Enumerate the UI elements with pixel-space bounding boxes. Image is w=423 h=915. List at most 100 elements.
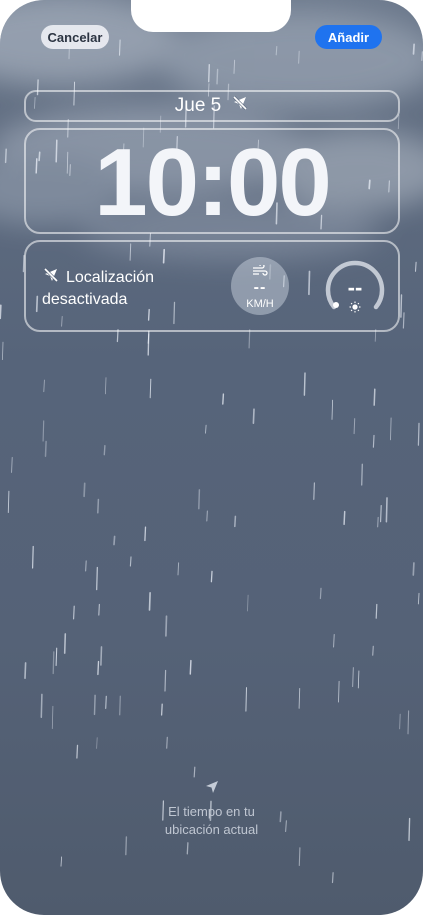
gauge-value: --: [348, 275, 363, 300]
rain-drop: [313, 482, 315, 500]
rain-drop: [216, 68, 219, 85]
rain-drop: [193, 766, 196, 778]
rain-drop: [352, 667, 354, 688]
rain-drop: [333, 634, 335, 648]
rain-drop: [206, 510, 208, 522]
rain-drop: [147, 333, 150, 344]
rain-drop: [245, 687, 248, 712]
rain-drop: [338, 680, 340, 703]
sun-icon: [349, 301, 361, 313]
rain-drop: [198, 489, 201, 510]
rain-drop: [421, 51, 423, 61]
rain-drop: [385, 497, 388, 523]
rain-drop: [399, 713, 401, 730]
device-notch: [131, 0, 291, 32]
rain-drop: [372, 434, 375, 448]
rain-drop: [298, 688, 301, 709]
rain-drop: [85, 560, 87, 572]
uv-gauge[interactable]: --: [324, 257, 386, 319]
rain-drop: [252, 408, 255, 425]
rain-drop: [43, 379, 45, 393]
rain-drop: [164, 669, 167, 692]
wind-value: --: [253, 278, 267, 296]
rain-drop: [375, 603, 378, 619]
wind-widget[interactable]: -- KM/H: [231, 257, 289, 315]
rain-drop: [414, 261, 417, 272]
rain-drop: [205, 424, 207, 434]
rain-drop: [125, 836, 128, 856]
rain-drop: [98, 603, 101, 616]
location-slash-icon: [231, 94, 249, 118]
rain-drop: [76, 744, 79, 759]
rain-drop: [160, 703, 163, 716]
location-slash-icon: [42, 266, 60, 290]
rain-drop: [222, 393, 225, 405]
rain-drop: [189, 659, 192, 675]
rain-drop: [55, 647, 58, 667]
date-widget-slot[interactable]: Jue 5: [24, 90, 400, 122]
rain-drop: [105, 695, 107, 709]
rain-drop: [42, 420, 45, 442]
rain-drop: [376, 516, 379, 528]
rain-drop: [96, 566, 98, 591]
rain-drop: [97, 498, 100, 514]
rain-drop: [417, 422, 420, 446]
rain-drop: [275, 45, 278, 56]
cancel-button[interactable]: Cancelar: [41, 25, 109, 49]
rain-drop: [119, 695, 121, 716]
rain-drop: [248, 329, 251, 349]
rain-drop: [118, 39, 121, 56]
rain-drop: [165, 615, 168, 637]
weather-location-caption: El tiempo en tu ubicación actual: [0, 780, 423, 839]
rain-drop: [1, 341, 4, 361]
wind-icon: [252, 262, 268, 281]
rain-drop: [390, 417, 392, 441]
caption-line1: El tiempo en tu: [168, 804, 255, 819]
rain-drop: [93, 694, 96, 716]
rain-drop: [52, 651, 55, 675]
rain-drop: [357, 670, 360, 689]
rain-drop: [303, 372, 306, 396]
rain-drop: [373, 388, 376, 406]
rain-drop: [353, 418, 356, 435]
rain-drop: [210, 570, 213, 583]
rain-drop: [234, 515, 237, 528]
rain-drop: [397, 114, 400, 130]
clock-time: 10:00: [94, 129, 332, 236]
rain-drop: [103, 445, 106, 456]
rain-drop: [83, 482, 86, 498]
location-disabled-text: Localización desactivada: [42, 266, 192, 310]
rain-drop: [417, 592, 420, 605]
rain-drop: [400, 294, 403, 318]
rain-drop: [298, 847, 301, 867]
rain-drop: [44, 440, 47, 457]
rain-drop: [24, 662, 27, 680]
rain-drop: [148, 591, 151, 611]
caption-line2: ubicación actual: [164, 822, 259, 837]
rain-drop: [104, 377, 107, 395]
rain-drop: [60, 856, 63, 867]
rain-drop: [4, 148, 7, 164]
rain-drop: [100, 646, 103, 666]
date-label: Jue 5: [174, 95, 222, 116]
rain-drop: [233, 59, 236, 74]
rain-drop: [247, 594, 249, 612]
rain-drop: [147, 330, 150, 356]
rain-drop: [113, 535, 116, 546]
rain-drop: [166, 736, 168, 749]
rain-drop: [149, 378, 152, 399]
rain-drop: [402, 312, 405, 329]
rain-drop: [412, 43, 415, 55]
rain-drop: [331, 872, 334, 884]
widget-slot[interactable]: Localización desactivada -- KM/H --: [24, 240, 400, 332]
rain-drop: [298, 50, 300, 64]
rain-drop: [11, 456, 13, 473]
add-button[interactable]: Añadir: [315, 25, 382, 49]
rain-drop: [412, 562, 415, 576]
rain-drop: [361, 463, 363, 486]
rain-drop: [372, 645, 374, 656]
rain-drop: [407, 710, 410, 735]
lock-screen-editor: Cancelar Añadir Jue 5 10:00 Localización…: [0, 0, 423, 915]
clock-slot[interactable]: 10:00: [24, 128, 400, 234]
rain-drop: [380, 504, 382, 523]
